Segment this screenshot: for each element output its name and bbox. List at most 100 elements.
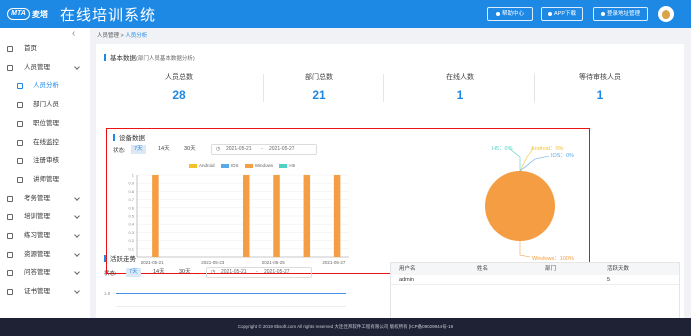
breadcrumb: 人员管理 > 人员分析 — [97, 31, 147, 39]
sidebar-item-label: 讲师管理 — [33, 175, 59, 183]
sidebar-item-label: 人员管理 — [24, 63, 50, 71]
bar-windows-2021-05-26 — [303, 175, 311, 257]
logo: MTA 麦塔 — [7, 6, 49, 22]
active-y-tick: 1.0 — [104, 291, 111, 296]
app-title: 在线培训系统 — [60, 7, 157, 24]
sidebar-item-label: 练习管理 — [24, 232, 50, 239]
sidebar-item-label: 问答管理 — [24, 269, 50, 277]
practice-icon — [7, 233, 13, 239]
sidebar-item-6[interactable]: 注册审核 — [0, 153, 90, 169]
sidebar-item-9[interactable]: 培训管理 — [0, 209, 90, 225]
y-tick-label: 0.5 — [128, 214, 134, 219]
leader-line-h5 — [509, 149, 521, 171]
sidebar: ‹ 首页人员管理人员分析部门人员职位管理在线监控注册审核讲师管理考务管理培训管理… — [0, 28, 90, 318]
collapse-icon[interactable]: ‹ — [72, 28, 75, 39]
sidebar-item-label: 在线监控 — [33, 138, 59, 146]
column-active-days: 活跃天数 — [607, 266, 630, 272]
breadcrumb-separator: > — [120, 33, 124, 39]
department-icon — [17, 102, 23, 109]
help-icon — [495, 11, 500, 16]
chevron-down-icon — [74, 269, 80, 276]
content-card: 基本数据(部门人员基本数据分析) 人员总数 28 部门总数 21 在线人数 1 … — [96, 44, 684, 324]
active-trend-line — [116, 293, 346, 294]
sidebar-item-label: 证书管理 — [24, 288, 50, 296]
sidebar-item-0[interactable]: 首页 — [0, 41, 90, 57]
sidebar-item-13[interactable]: 证书管理 — [0, 284, 90, 300]
chevron-down-icon — [74, 288, 80, 294]
sidebar-item-label: 培训管理 — [24, 213, 50, 221]
login-address-button[interactable]: 登录地址管理 — [593, 7, 648, 21]
table-row[interactable]: admin 5 — [391, 275, 679, 285]
sidebar-item-label: 职位管理 — [33, 119, 59, 127]
leader-line-android — [519, 149, 534, 172]
chevron-down-icon — [74, 232, 80, 238]
column-name: 姓名 — [477, 266, 489, 272]
main-content: 人员管理 > 人员分析 基本数据(部门人员基本数据分析) 人员总数 28 部门总… — [90, 28, 691, 324]
sidebar-item-3[interactable]: 部门人员 — [0, 97, 90, 113]
active-date-range-picker[interactable]: ◷ 2021-05-21 - 2021-05-27 — [206, 267, 312, 278]
stat-total-people: 人员总数 28 — [165, 74, 193, 102]
qa-icon — [7, 270, 13, 277]
sidebar-item-8[interactable]: 考务管理 — [0, 191, 90, 207]
help-center-button[interactable]: 帮助中心 — [487, 7, 533, 21]
sidebar-item-1[interactable]: 人员管理 — [0, 60, 90, 76]
chevron-down-icon — [74, 63, 80, 70]
pie-label-h5: H5：0% — [492, 146, 513, 152]
stat-online-people: 在线人数 1 — [446, 74, 474, 102]
active-range-7d[interactable]: 7天 — [126, 268, 141, 277]
calendar-icon: ◷ — [211, 269, 216, 275]
stat-pending-review: 等待审核人员 1 — [579, 74, 621, 102]
sidebar-item-2[interactable]: 人员分析 — [0, 78, 90, 94]
leader-line-ios — [519, 155, 550, 172]
bar-windows-2021-05-24 — [243, 175, 250, 257]
sidebar-item-12[interactable]: 问答管理 — [0, 265, 90, 281]
pie-slice-windows[interactable] — [485, 171, 555, 241]
logo-name: 麦塔 — [32, 10, 48, 19]
active-date-separator: - — [256, 269, 258, 275]
y-tick-label: 0.4 — [128, 222, 134, 227]
sidebar-item-label: 首页 — [24, 45, 37, 52]
x-tick-label: 2021-05-23 — [201, 260, 225, 265]
device-data-panel: 设备数据 状态: 7天 14天 30天 ◷ 2021-05-21 - 2021-… — [106, 128, 590, 274]
pie-label-windows: Windows：100% — [532, 256, 574, 262]
y-tick-label: 0.8 — [128, 189, 134, 194]
stat-total-departments: 部门总数 21 — [305, 74, 333, 102]
chevron-down-icon — [74, 213, 80, 220]
bar-windows-2021-05-21 — [152, 175, 159, 257]
home-icon — [7, 46, 13, 52]
top-bar: MTA 麦塔 在线培训系统 帮助中心 APP下载 登录地址管理 — [0, 0, 691, 28]
y-tick-label: 0.7 — [128, 197, 134, 202]
active-date-start: 2021-05-21 — [221, 269, 247, 275]
pie-label-ios: IOS：0% — [551, 153, 574, 159]
y-tick-label: 0.1 — [128, 246, 134, 251]
basic-data-title: 基本数据(部门人员基本数据分析) — [104, 52, 195, 62]
address-icon — [600, 11, 605, 16]
x-tick-label: 2021-05-21 — [141, 260, 165, 265]
footer: Copyright © 2019 8bsoft.com All rights r… — [0, 318, 691, 336]
y-tick-label: 0.9 — [128, 181, 134, 186]
y-tick-label: 0.2 — [128, 238, 134, 243]
sidebar-item-label: 人员分析 — [33, 82, 59, 90]
certificate-icon — [7, 289, 13, 296]
x-tick-label: 2021-05-27 — [322, 260, 346, 265]
sidebar-item-5[interactable]: 在线监控 — [0, 135, 90, 151]
avatar[interactable] — [658, 6, 674, 22]
y-tick-label: 1 — [132, 173, 135, 178]
column-department: 部门 — [545, 266, 557, 272]
sidebar-item-4[interactable]: 职位管理 — [0, 116, 90, 132]
app-download-button[interactable]: APP下载 — [541, 7, 583, 21]
sidebar-item-11[interactable]: 资源管理 — [0, 247, 90, 263]
monitor-icon — [17, 139, 23, 146]
device-pie-chart — [485, 149, 555, 258]
column-username: 用户名 — [399, 266, 416, 272]
sidebar-item-label: 考务管理 — [24, 194, 50, 202]
breadcrumb-parent[interactable]: 人员管理 — [97, 33, 119, 39]
y-tick-label: 0.3 — [128, 230, 134, 235]
resource-icon — [7, 251, 13, 258]
sidebar-item-10[interactable]: 练习管理 — [0, 228, 90, 244]
sidebar-item-7[interactable]: 讲师管理 — [0, 172, 90, 188]
training-icon — [7, 214, 13, 221]
bar-windows-2021-05-25 — [273, 175, 280, 257]
active-range-30d[interactable]: 30天 — [176, 268, 194, 277]
active-range-14d[interactable]: 14天 — [150, 268, 168, 277]
